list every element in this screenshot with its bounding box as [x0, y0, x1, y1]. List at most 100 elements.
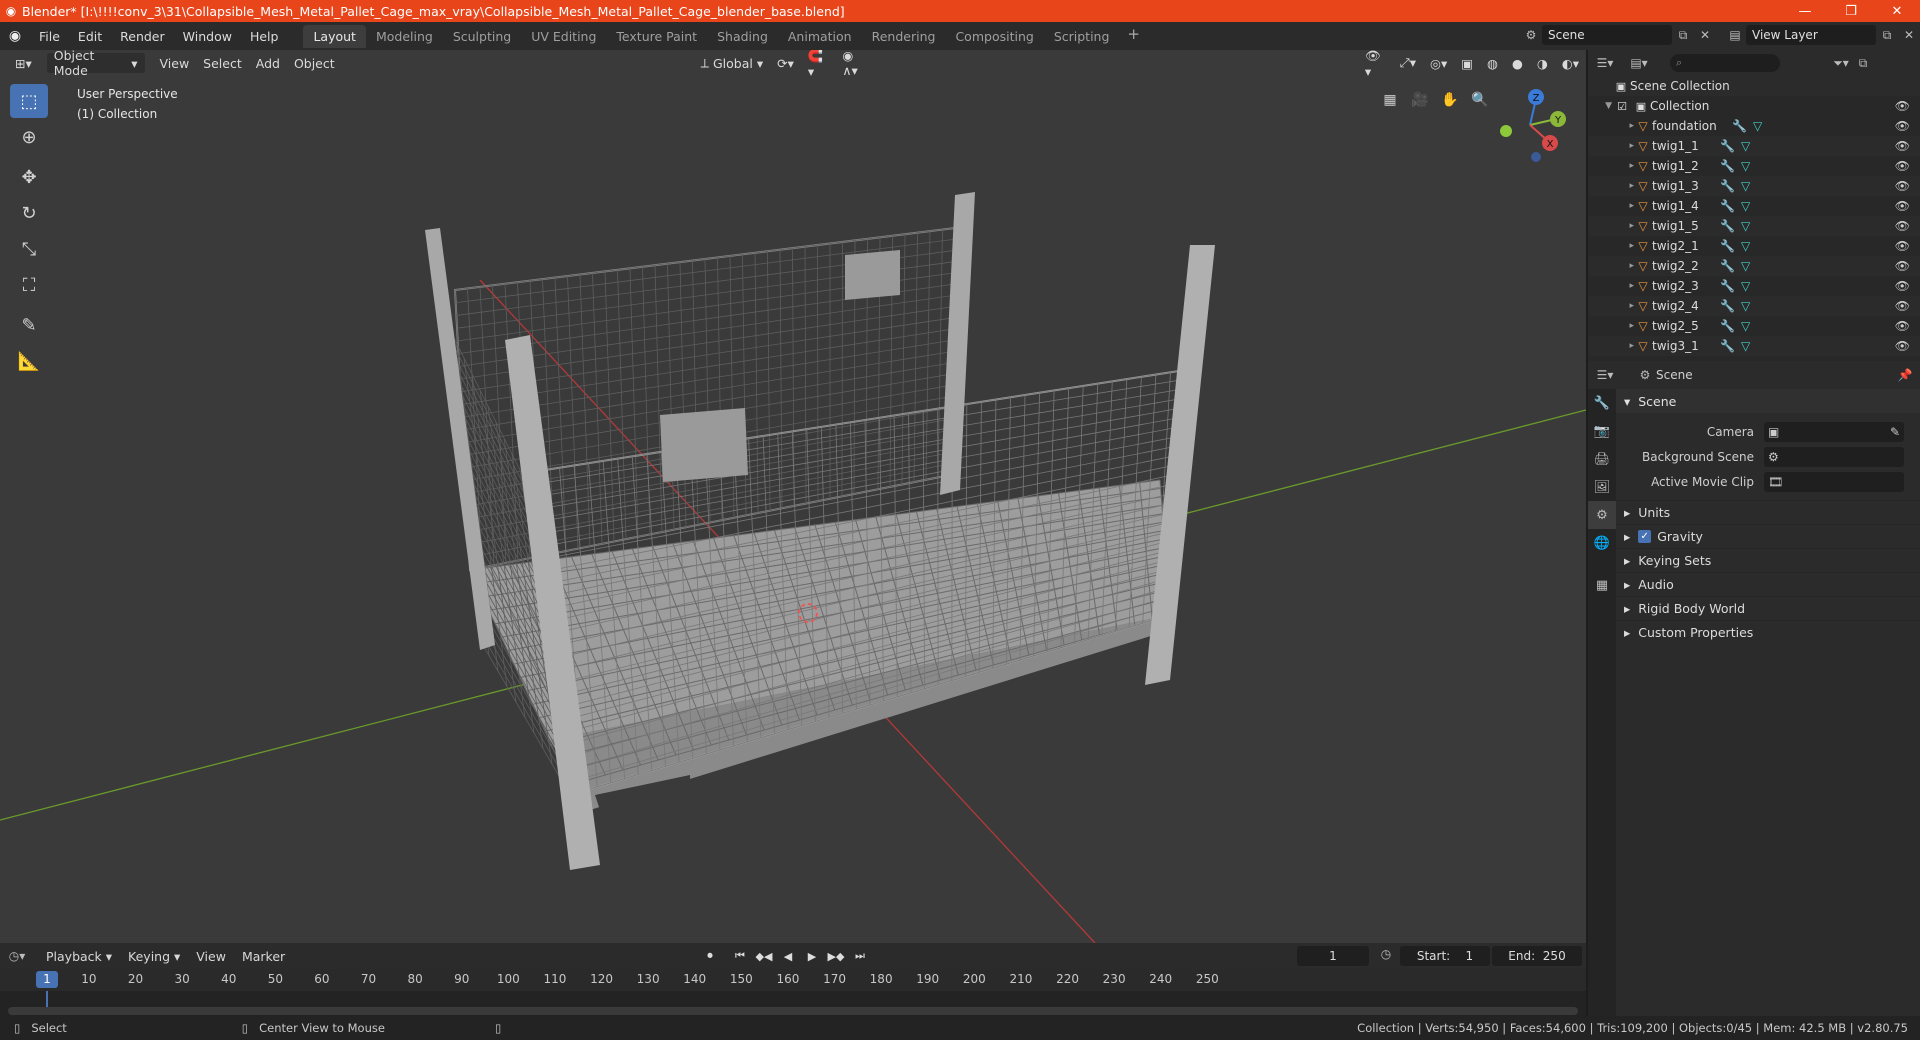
mesh-data-icon[interactable]: ▽	[1741, 159, 1750, 173]
tab-compositing[interactable]: Compositing	[945, 25, 1043, 48]
expand-object-icon[interactable]: ▸	[1588, 281, 1634, 291]
mesh-data-icon[interactable]: ▽	[1741, 219, 1750, 233]
eye-icon[interactable]: 👁	[1895, 119, 1910, 133]
outliner-search-input[interactable]: ⌕	[1670, 54, 1780, 72]
delete-view-layer-icon[interactable]: ✕	[1898, 28, 1920, 42]
blender-menu-icon[interactable]: ◉	[0, 28, 30, 44]
annotate-tool-icon[interactable]: ✎	[10, 308, 48, 342]
view-layer-field[interactable]: View Layer	[1746, 25, 1876, 45]
scene-name-field[interactable]: Scene	[1542, 25, 1672, 45]
outliner-row-object[interactable]: ▸ ▽ twig1_5 🔧 ▽ 👁	[1588, 216, 1920, 236]
eye-icon[interactable]: 👁	[1895, 279, 1910, 293]
eye-icon[interactable]: 👁	[1895, 319, 1910, 333]
outliner-row-object[interactable]: ▸ ▽ twig2_4 🔧 ▽ 👁	[1588, 296, 1920, 316]
expand-collection-icon[interactable]: ▼	[1588, 101, 1612, 111]
solid-shading-icon[interactable]: ●	[1505, 53, 1530, 73]
view-layer-tab-icon[interactable]: 🖼	[1588, 473, 1616, 501]
outliner-row-object[interactable]: ▸ ▽ twig2_1 🔧 ▽ 👁	[1588, 236, 1920, 256]
modifier-icon[interactable]: 🔧	[1720, 179, 1735, 193]
viewport-menu-view[interactable]: View	[153, 53, 197, 73]
close-button[interactable]: ✕	[1874, 4, 1920, 19]
mesh-data-icon[interactable]: ▽	[1741, 319, 1750, 333]
modifier-icon[interactable]: 🔧	[1732, 119, 1747, 133]
modifier-icon[interactable]: 🔧	[1720, 319, 1735, 333]
modifier-icon[interactable]: 🔧	[1720, 239, 1735, 253]
background-scene-field[interactable]: ⚙	[1764, 446, 1904, 467]
render-tab-icon[interactable]: 📷	[1588, 417, 1616, 445]
outliner-row-scene-collection[interactable]: ▣ Scene Collection	[1588, 76, 1920, 96]
tab-rendering[interactable]: Rendering	[862, 25, 946, 48]
outliner-row-object[interactable]: ▸ ▽ twig2_3 🔧 ▽ 👁	[1588, 276, 1920, 296]
zoom-icon[interactable]: 🔍	[1468, 88, 1492, 112]
tab-uv-editing[interactable]: UV Editing	[521, 25, 606, 48]
expand-object-icon[interactable]: ▸	[1588, 121, 1634, 131]
viewport-menu-object[interactable]: Object	[287, 53, 342, 73]
current-frame-field[interactable]: 1	[1297, 946, 1369, 966]
pan-hand-icon[interactable]: ✋	[1438, 88, 1462, 112]
expand-object-icon[interactable]: ▸	[1588, 301, 1634, 311]
select-box-tool-icon[interactable]: ⬚	[10, 84, 48, 118]
mesh-data-icon[interactable]: ▽	[1741, 239, 1750, 253]
gravity-checkbox[interactable]: ✓	[1638, 530, 1652, 543]
expand-object-icon[interactable]: ▸	[1588, 341, 1634, 351]
outliner-row-object[interactable]: ▸ ▽ twig2_5 🔧 ▽ 👁	[1588, 316, 1920, 336]
outliner-editor-type-icon[interactable]: ☰▾	[1594, 56, 1616, 70]
measure-tool-icon[interactable]: 📐	[10, 344, 48, 378]
eye-icon[interactable]: 👁	[1895, 299, 1910, 313]
mesh-data-icon[interactable]: ▽	[1741, 179, 1750, 193]
mesh-data-icon[interactable]: ▽	[1741, 259, 1750, 273]
modifier-icon[interactable]: 🔧	[1720, 259, 1735, 273]
display-mode-icon[interactable]: ▤▾	[1628, 56, 1650, 70]
orientation-selector[interactable]: ⟂ Global ▾	[694, 53, 770, 73]
tab-shading[interactable]: Shading	[707, 25, 778, 48]
expand-object-icon[interactable]: ▸	[1588, 241, 1634, 251]
end-frame-field[interactable]: End: 250	[1492, 946, 1582, 966]
expand-object-icon[interactable]: ▸	[1588, 321, 1634, 331]
modifier-icon[interactable]: 🔧	[1720, 199, 1735, 213]
eye-icon[interactable]: 👁	[1895, 199, 1910, 213]
timeline-editor-type-icon[interactable]: ◷▾	[6, 949, 28, 963]
units-panel[interactable]: ▸ Units	[1616, 500, 1920, 524]
gizmo-toggle-icon[interactable]: ⤢▾	[1393, 53, 1423, 73]
keying-sets-panel[interactable]: ▸ Keying Sets	[1616, 548, 1920, 572]
expand-object-icon[interactable]: ▸	[1588, 181, 1634, 191]
eye-icon[interactable]: 👁	[1895, 239, 1910, 253]
eye-icon[interactable]: 👁	[1895, 99, 1910, 113]
3d-viewport[interactable]: ⊞▾ Object Mode ▾ View Select Add Object …	[0, 50, 1586, 943]
transform-tool-icon[interactable]: ⛶	[10, 268, 48, 302]
mesh-data-icon[interactable]: ▽	[1741, 139, 1750, 153]
maximize-button[interactable]: ❐	[1828, 4, 1874, 19]
mesh-data-icon[interactable]: ▽	[1741, 199, 1750, 213]
scene-icon[interactable]: ⚙	[1520, 28, 1542, 42]
expand-object-icon[interactable]: ▸	[1588, 221, 1634, 231]
tab-sculpting[interactable]: Sculpting	[443, 25, 521, 48]
outliner-row-object[interactable]: ▸ ▽ twig1_2 🔧 ▽ 👁	[1588, 156, 1920, 176]
expand-object-icon[interactable]: ▸	[1588, 141, 1634, 151]
wireframe-shading-icon[interactable]: ◍	[1480, 53, 1505, 73]
tab-scripting[interactable]: Scripting	[1044, 25, 1120, 48]
current-frame-indicator[interactable]: 1	[36, 971, 58, 988]
new-collection-icon[interactable]: ⧉	[1852, 56, 1874, 71]
expand-object-icon[interactable]: ▸	[1588, 261, 1634, 271]
next-keyframe-icon[interactable]: ▶◆	[826, 946, 846, 966]
outliner-row-object[interactable]: ▸ ▽ twig3_1 🔧 ▽ 👁	[1588, 336, 1920, 356]
tab-texture-paint[interactable]: Texture Paint	[606, 25, 707, 48]
timeline-menu-keying[interactable]: Keying ▾	[120, 949, 188, 964]
record-icon[interactable]: ⏺	[700, 946, 720, 966]
modifier-icon[interactable]: 🔧	[1720, 139, 1735, 153]
pivot-icon[interactable]: ⟳▾	[770, 53, 801, 73]
modifier-icon[interactable]: 🔧	[1720, 159, 1735, 173]
viewport-menu-select[interactable]: Select	[196, 53, 249, 73]
tool-tab-icon[interactable]: 🔧	[1588, 389, 1616, 417]
delete-scene-icon[interactable]: ✕	[1694, 28, 1716, 42]
render-shading-icon[interactable]: ◐▾	[1555, 53, 1586, 73]
rotate-tool-icon[interactable]: ↻	[10, 196, 48, 230]
mesh-data-icon[interactable]: ▽	[1741, 299, 1750, 313]
jump-end-icon[interactable]: ⏭	[850, 946, 870, 966]
camera-field[interactable]: ▣ ✎	[1764, 421, 1904, 442]
outliner-row-object[interactable]: ▸ ▽ twig1_1 🔧 ▽ 👁	[1588, 136, 1920, 156]
move-tool-icon[interactable]: ✥	[10, 160, 48, 194]
output-tab-icon[interactable]: 🖨	[1588, 445, 1616, 473]
snap-icon[interactable]: 🧲▾	[801, 50, 836, 79]
audio-panel[interactable]: ▸ Audio	[1616, 572, 1920, 596]
